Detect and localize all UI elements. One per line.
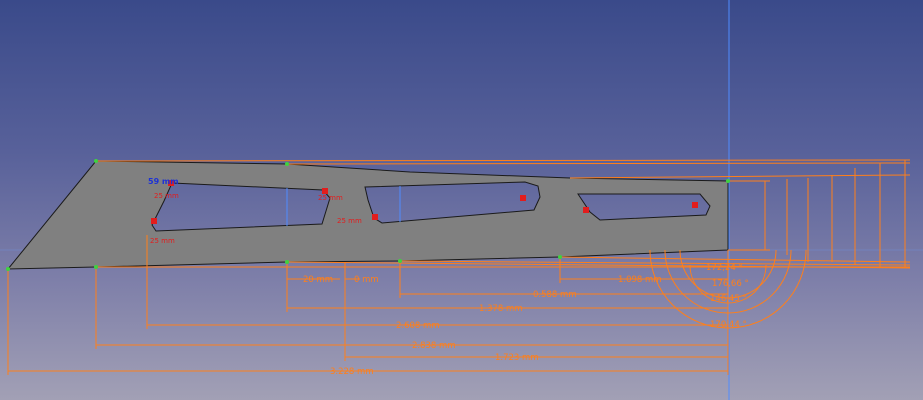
dimension-length-5[interactable]: 1.378 mm — [479, 304, 523, 314]
constraint-label-3[interactable]: 25 mm — [318, 194, 343, 202]
dimension-length-3[interactable]: 1.723 mm — [495, 353, 539, 363]
constraint-label-1[interactable]: 25 mm — [150, 237, 175, 245]
dimension-length-2[interactable]: 2.838 mm — [412, 341, 456, 351]
selected-dimension-label[interactable]: 59 mm — [148, 177, 179, 186]
dimension-length-7[interactable]: 1.098 mm — [618, 275, 662, 285]
dimension-length-4[interactable]: 2.608 mm — [396, 321, 440, 331]
dimension-slot-width[interactable]: 20 mm — [303, 275, 333, 285]
angle-dimension-2[interactable]: 146,45 ° — [710, 294, 747, 304]
constraint-label-4[interactable]: 25 mm — [154, 192, 179, 200]
dimension-total-length[interactable]: 3.228 mm — [330, 367, 374, 377]
dimension-slot-gap[interactable]: 0 mm — [354, 275, 379, 285]
angle-dimension-1[interactable]: 170,44 ° — [710, 320, 747, 330]
angle-dimension-3[interactable]: 176,66 ° — [712, 279, 749, 289]
angle-dimension-4[interactable]: 172,24 ° — [706, 263, 743, 273]
constraint-label-2[interactable]: 25 mm — [337, 217, 362, 225]
sketch-3d-viewport[interactable]: 3.228 mm 2.838 mm 1.723 mm 2.608 mm 1.37… — [0, 0, 923, 400]
dimension-length-6[interactable]: 0.588 mm — [533, 290, 577, 300]
sketch-canvas[interactable]: 3.228 mm 2.838 mm 1.723 mm 2.608 mm 1.37… — [0, 0, 923, 400]
